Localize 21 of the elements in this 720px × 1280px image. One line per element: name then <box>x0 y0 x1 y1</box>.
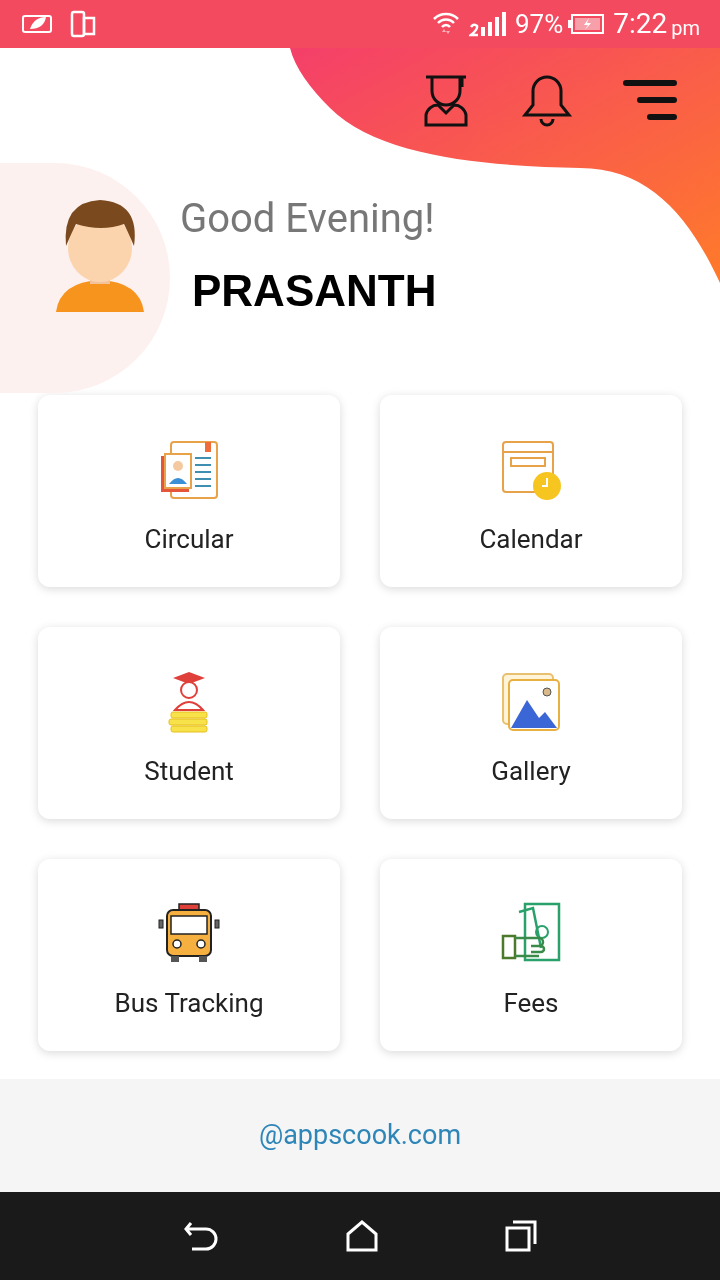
battery-saver-icon <box>20 13 54 35</box>
menu-card[interactable]: Calendar <box>380 395 682 587</box>
image-icon <box>499 670 563 734</box>
recent-apps-icon[interactable] <box>504 1220 537 1252</box>
battery-percent: 97% <box>514 11 564 37</box>
battery-charging-icon <box>567 13 606 35</box>
home-icon[interactable] <box>346 1220 378 1252</box>
website-link[interactable]: @appscook.com <box>258 1115 462 1156</box>
menu-card[interactable]: Gallery <box>380 627 682 819</box>
menu-card[interactable]: Fees <box>380 859 682 1051</box>
back-icon[interactable] <box>183 1219 220 1253</box>
menu-card[interactable]: Circular <box>38 395 340 587</box>
user-name: PRASANTH <box>192 269 437 313</box>
menu-card[interactable]: Student <box>38 627 340 819</box>
calendar-clock-icon <box>499 438 563 502</box>
clock-time: 7:22 <box>613 10 668 38</box>
clock-period: pm <box>671 18 700 38</box>
greeting-text: Good Evening! <box>180 199 436 239</box>
menu-card[interactable]: Bus Tracking <box>38 859 340 1051</box>
menu-icon[interactable] <box>622 78 678 122</box>
phone-icon <box>70 10 96 38</box>
